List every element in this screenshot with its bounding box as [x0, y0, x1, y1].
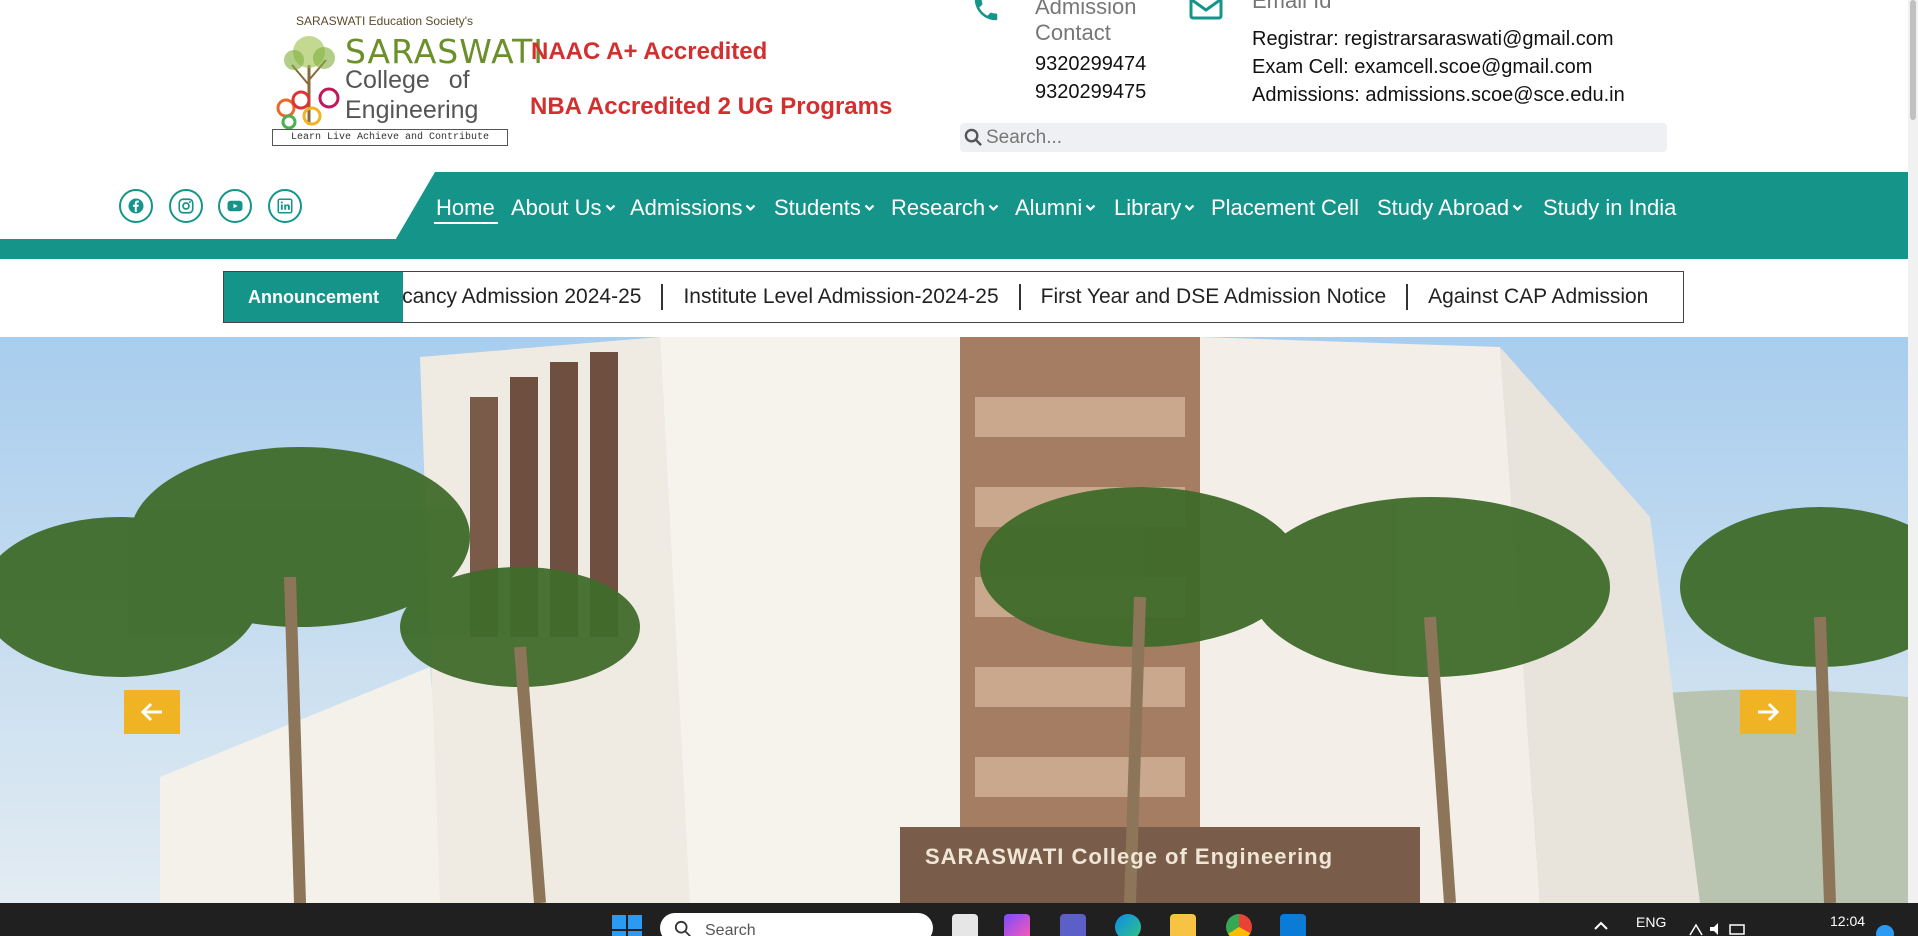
announcement-item[interactable]: First Year and DSE Admission Notice — [1021, 284, 1409, 310]
nav-students[interactable]: Students — [774, 192, 875, 224]
registrar-email[interactable]: Registrar: registrarsaraswati@gmail.com — [1252, 28, 1614, 51]
logo-engineering-text: Engineering — [345, 96, 479, 124]
announcement-item[interactable]: Against CAP Admission — [1408, 284, 1668, 310]
logo-society-text: SARASWATI Education Society's — [296, 14, 474, 28]
arrow-left-icon — [140, 702, 162, 722]
email-id-heading: Email Id — [1252, 0, 1332, 13]
admission-phone-2[interactable]: 9320299475 — [1035, 81, 1146, 104]
nav-placement-cell[interactable]: Placement Cell — [1211, 192, 1359, 224]
envelope-icon — [1189, 0, 1223, 20]
chevron-down-icon — [1085, 204, 1096, 212]
nav-library[interactable]: Library — [1114, 192, 1195, 224]
nav-home-label: Home — [436, 195, 495, 220]
facebook-icon — [128, 198, 144, 214]
nav-research-label: Research — [891, 195, 986, 220]
youtube-icon — [227, 200, 243, 212]
nav-active-underline — [434, 222, 498, 224]
admission-contact-heading: Admission Contact — [1035, 0, 1137, 45]
tree-emblem-icon — [276, 36, 340, 130]
admission-phone-1[interactable]: 9320299474 — [1035, 53, 1146, 76]
building-sign-text: SARASWATI College of Engineering — [925, 844, 1334, 869]
nav-alumni[interactable]: Alumni — [1015, 192, 1096, 224]
nav-study-in-india-label: Study in India — [1543, 195, 1677, 220]
announcement-item[interactable]: Vacancy Admission 2024-25 — [403, 284, 664, 310]
chevron-down-icon — [988, 204, 999, 212]
chevron-down-icon — [746, 204, 756, 212]
announcement-track: Vacancy Admission 2024-25 Institute Leve… — [403, 272, 1683, 322]
windows-start-icon[interactable] — [612, 915, 642, 936]
chevron-down-icon — [605, 204, 615, 212]
edge-icon[interactable] — [1115, 914, 1141, 936]
nav-placement-cell-label: Placement Cell — [1211, 195, 1359, 220]
logo-college-text: College of — [345, 66, 470, 94]
nav-about-us-label: About Us — [511, 195, 602, 220]
copilot-icon[interactable] — [1004, 914, 1030, 936]
site-search-bar[interactable] — [960, 123, 1667, 152]
youtube-link[interactable] — [218, 189, 252, 223]
nav-study-abroad-label: Study Abroad — [1377, 195, 1510, 220]
announcement-item[interactable]: Institute Level Admission-2024-25 — [663, 284, 1021, 310]
admissions-email[interactable]: Admissions: admissions.scoe@sce.edu.in — [1252, 84, 1625, 107]
search-input[interactable] — [986, 123, 1656, 152]
nav-admissions-label: Admissions — [630, 195, 743, 220]
task-view-icon[interactable] — [952, 914, 978, 936]
search-icon — [964, 128, 982, 146]
announcement-label: Announcement — [224, 272, 403, 322]
search-icon — [674, 920, 691, 936]
nav-alumni-label: Alumni — [1015, 195, 1083, 220]
teams-icon[interactable] — [1060, 914, 1086, 936]
naac-accreditation-text: NAAC A+ Accredited — [531, 38, 768, 65]
campus-building-image — [0, 337, 1908, 903]
arrow-right-icon — [1758, 702, 1780, 722]
college-logo[interactable]: SARASWATI Education Society's SARASWATI … — [272, 12, 543, 148]
nav-study-in-india[interactable]: Study in India — [1543, 192, 1676, 224]
nav-about-us[interactable]: About Us — [511, 192, 616, 224]
windows-taskbar: Search ENG 12:04 — [0, 903, 1918, 936]
logo-tagline: Learn Live Achieve and Contribute — [272, 129, 508, 146]
chevron-up-icon[interactable] — [1593, 921, 1609, 931]
file-explorer-icon[interactable] — [1170, 914, 1196, 936]
phone-icon — [974, 0, 998, 21]
nav-library-label: Library — [1114, 195, 1182, 220]
nav-research[interactable]: Research — [891, 192, 999, 224]
page-scrollbar-track[interactable] — [1908, 0, 1918, 903]
language-indicator[interactable]: ENG — [1636, 914, 1666, 930]
linkedin-icon — [277, 198, 293, 214]
announcement-ticker: Announcement Vacancy Admission 2024-25 I… — [223, 271, 1684, 323]
taskbar-search-label: Search — [705, 922, 756, 936]
instagram-icon — [178, 198, 194, 214]
linkedin-link[interactable] — [268, 189, 302, 223]
chrome-icon[interactable] — [1226, 914, 1252, 936]
nav-students-label: Students — [774, 195, 861, 220]
chevron-down-icon — [1184, 204, 1195, 212]
nav-admissions[interactable]: Admissions — [630, 192, 756, 224]
page-scrollbar-thumb[interactable] — [1910, 0, 1916, 120]
vscode-icon[interactable] — [1280, 914, 1306, 936]
chevron-down-icon — [864, 204, 875, 212]
facebook-link[interactable] — [119, 189, 153, 223]
notification-icon[interactable] — [1876, 925, 1894, 936]
instagram-link[interactable] — [169, 189, 203, 223]
chevron-down-icon — [1512, 204, 1523, 212]
slider-next-button[interactable] — [1740, 690, 1796, 734]
taskbar-search[interactable]: Search — [660, 913, 933, 936]
announcement-items: Vacancy Admission 2024-25 Institute Leve… — [403, 272, 1668, 322]
exam-cell-email[interactable]: Exam Cell: examcell.scoe@gmail.com — [1252, 56, 1592, 79]
nav-home[interactable]: Home — [436, 192, 495, 224]
slider-prev-button[interactable] — [124, 690, 180, 734]
system-tray-icons[interactable] — [1688, 921, 1748, 936]
hero-slider: SARASWATI College of Engineering — [0, 337, 1908, 903]
nav-study-abroad[interactable]: Study Abroad — [1377, 192, 1523, 224]
taskbar-clock[interactable]: 12:04 — [1830, 913, 1865, 929]
nba-accreditation-text: NBA Accredited 2 UG Programs — [530, 93, 893, 120]
